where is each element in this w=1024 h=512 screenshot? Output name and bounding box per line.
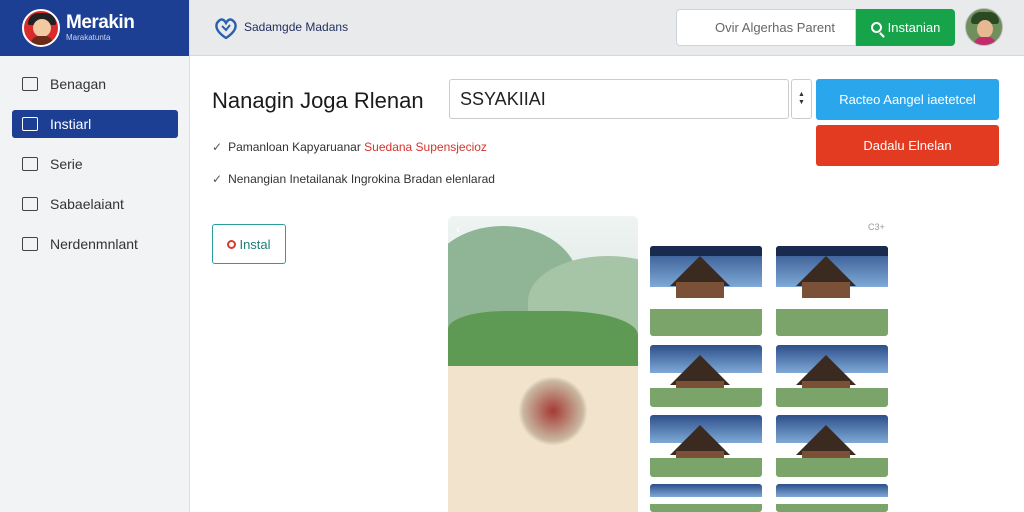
hero-photo[interactable]: ‹: [448, 216, 638, 512]
brand-logo-icon: [22, 9, 60, 47]
brand-subtitle: Marakatunta: [66, 33, 111, 42]
info-line-1-highlight[interactable]: Suedana Supensjecioz: [364, 140, 487, 154]
brand-name: Merakin: [66, 12, 135, 33]
photo-thumbnail[interactable]: [776, 246, 888, 336]
image-icon: [22, 77, 38, 91]
avatar[interactable]: [965, 8, 1003, 46]
search-icon: [870, 22, 882, 33]
info-line-2-text: Nenangian Inetailanak Ingrokina Bradan e…: [228, 172, 495, 186]
top-bar: Sadamgde Madans Ovir Algerhas Parent Ins…: [190, 0, 1024, 56]
sidebar-item-label: Benagan: [50, 76, 107, 92]
info-line-2: ✓ Nenangian Inetailanak Ingrokina Bradan …: [212, 172, 495, 186]
install-button[interactable]: Instal: [212, 224, 286, 264]
danger-action-button[interactable]: Dadalu Elnelan: [816, 125, 999, 166]
back-arrow-icon[interactable]: ‹: [456, 222, 460, 236]
photo-thumbnail[interactable]: [650, 484, 762, 512]
brand-header[interactable]: Merakin Marakatunta: [0, 0, 189, 56]
photo-thumbnail[interactable]: [776, 345, 888, 407]
chevron-down-icon[interactable]: ▼: [798, 99, 805, 107]
sidebar: Merakin Marakatunta Benagan Instiarl Ser…: [0, 0, 190, 512]
check-icon: ✓: [212, 140, 223, 154]
chevron-up-icon[interactable]: ▲: [798, 91, 805, 99]
quantity-stepper[interactable]: ▲ ▼: [791, 79, 812, 119]
card-icon: [22, 237, 38, 251]
app-logo-icon: [215, 18, 237, 39]
brand-text: Merakin Marakatunta: [66, 12, 135, 43]
search-button[interactable]: Instanian: [856, 9, 955, 46]
info-line-1-text: Pamanloan Kapyaruanar: [228, 140, 361, 154]
photo-thumbnail[interactable]: [650, 246, 762, 336]
photo-thumbnail[interactable]: [776, 415, 888, 477]
search-field[interactable]: SSYAKIIAI: [449, 79, 789, 119]
window-icon: [22, 117, 38, 131]
search-input[interactable]: Ovir Algerhas Parent: [676, 9, 856, 46]
sidebar-item-sabaelaiant[interactable]: Sabaelaiant: [12, 190, 178, 218]
sidebar-item-serie[interactable]: Serie: [12, 150, 178, 178]
sidebar-item-benagan[interactable]: Benagan: [12, 70, 178, 98]
sidebar-item-label: Instiarl: [50, 116, 92, 132]
info-line-1: ✓ Pamanloan Kapyaruanar Suedana Supensjec…: [212, 140, 487, 154]
message-icon: [22, 157, 38, 171]
sidebar-item-label: Serie: [50, 156, 83, 172]
photo-thumbnail[interactable]: [650, 345, 762, 407]
sidebar-item-nerdenmnlant[interactable]: Nerdenmnlant: [12, 230, 178, 258]
install-button-label: Instal: [239, 236, 271, 252]
sidebar-item-instiarl[interactable]: Instiarl: [12, 110, 178, 138]
top-title: Sadamgde Madans: [244, 20, 349, 34]
corner-tag: C3+: [868, 222, 885, 232]
sidebar-item-label: Nerdenmnlant: [50, 236, 138, 252]
page-title: Nanagin Joga Rlenan: [212, 88, 424, 113]
search-button-label: Instanian: [887, 20, 941, 35]
photo-thumbnail[interactable]: [776, 484, 888, 512]
sidebar-nav: Benagan Instiarl Serie Sabaelaiant Nerde…: [0, 70, 190, 270]
sidebar-item-label: Sabaelaiant: [50, 196, 124, 212]
document-icon: [22, 197, 38, 211]
record-icon: [227, 239, 237, 249]
check-icon: ✓: [212, 172, 223, 186]
photo-thumbnail[interactable]: [650, 415, 762, 477]
primary-action-button[interactable]: Racteo Aangel iaetetcel: [816, 79, 999, 120]
